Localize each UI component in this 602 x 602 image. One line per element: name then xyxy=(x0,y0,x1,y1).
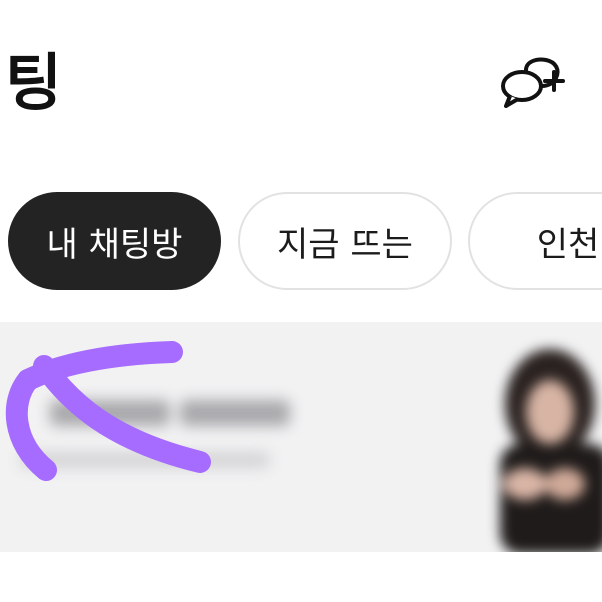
chat-screen: 채팅 내 채팅방 지금 뜨는 인천 xyxy=(0,0,602,602)
chat-bubbles-plus-icon xyxy=(501,57,565,108)
tab-incheon[interactable]: 인천 xyxy=(468,192,602,290)
tab-my-chatrooms[interactable]: 내 채팅방 xyxy=(8,192,221,290)
chat-list-item[interactable] xyxy=(0,322,602,552)
new-chat-button[interactable] xyxy=(496,56,570,112)
tab-trending-label: 지금 뜨는 xyxy=(277,224,413,265)
page-title: 채팅 xyxy=(0,46,63,119)
blurred-text-line xyxy=(20,452,270,468)
chat-preview-blurred xyxy=(20,378,320,498)
tab-incheon-label: 인천 xyxy=(536,224,600,265)
blurred-text-line xyxy=(180,400,290,426)
blurred-text-line xyxy=(50,400,170,426)
tab-trending[interactable]: 지금 뜨는 xyxy=(238,192,452,290)
profile-photo xyxy=(500,349,602,552)
tab-my-chatrooms-label: 내 채팅방 xyxy=(46,224,183,265)
list-spacer xyxy=(0,552,602,602)
